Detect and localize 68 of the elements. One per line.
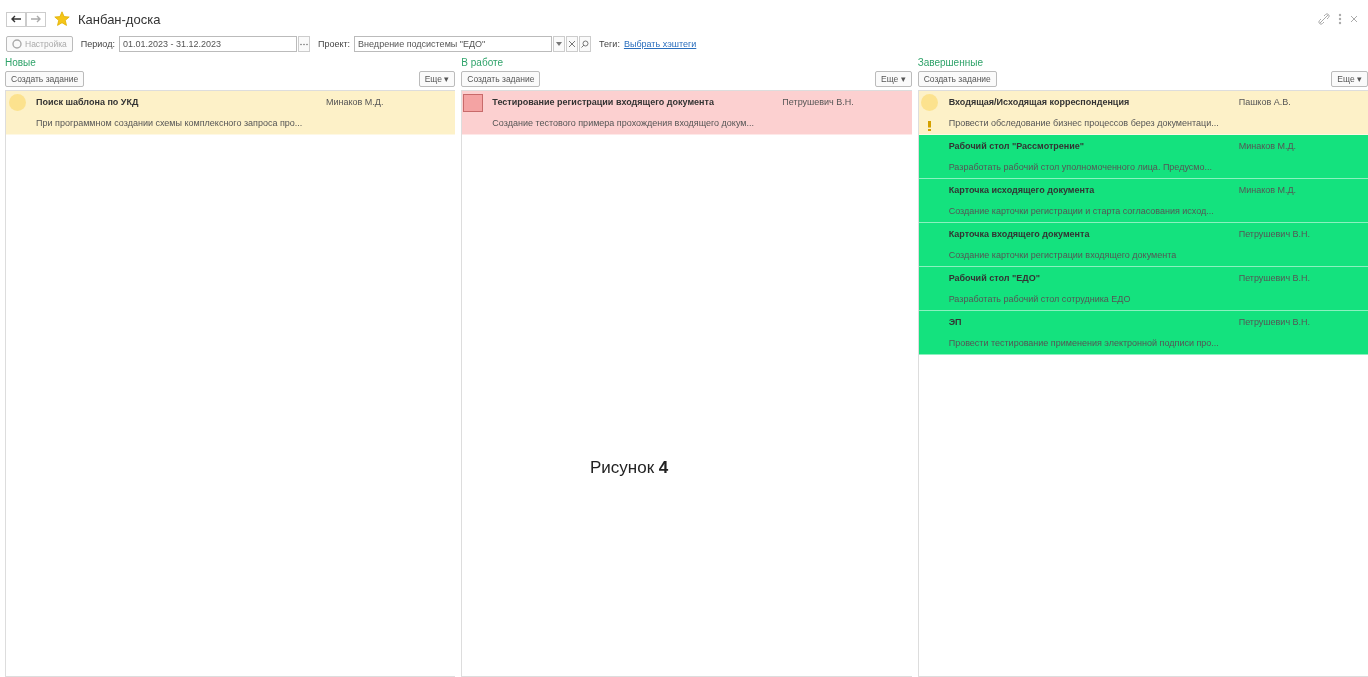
more-button[interactable]: Еще ▾ <box>1331 71 1368 87</box>
tags-label: Теги: <box>599 39 620 49</box>
column-title: В работе <box>461 56 504 69</box>
close-icon <box>569 41 576 47</box>
task-description: Разработать рабочий стол уполномоченного лица. Предусмо... <box>948 161 1213 174</box>
assignee-name: Петрушевич В.Н. <box>1238 317 1311 327</box>
marker-icon <box>921 94 939 111</box>
star-icon[interactable] <box>54 11 70 27</box>
task-description: При программном создании схемы комплексного запроса про... <box>36 117 304 130</box>
dropdown-button[interactable] <box>553 36 566 52</box>
tags-link[interactable]: Выбрать хэштеги <box>623 39 697 49</box>
task-title: Карточка входящего документа <box>948 229 1091 239</box>
task-card[interactable]: Карточка входящего документа Петрушевич В.Н. Создание карточки регистрации входящего документа <box>918 223 1368 267</box>
back-button[interactable] <box>6 11 26 27</box>
task-description: Провести тестирование применения электронной подписи про... <box>948 337 1220 350</box>
task-card[interactable]: Тестирование регистрации входящего документа Петрушевич В.Н. Создание тестового примера прохождения входящего докум... <box>462 91 912 135</box>
window-title: Канбан-доска <box>78 11 161 27</box>
marker-icon <box>463 94 484 112</box>
task-title: ЭП <box>948 317 963 327</box>
task-card[interactable]: Рабочий стол "ЕДО" Петрушевич В.Н. Разработать рабочий стол сотрудника ЕДО <box>918 267 1368 311</box>
close-icon[interactable] <box>1350 15 1358 23</box>
project-label: Проект: <box>317 39 351 49</box>
assignee-name: Минаков М.Д. <box>1238 185 1297 195</box>
caret-icon <box>556 42 563 46</box>
task-title: Тестирование регистрации входящего документа <box>492 97 715 107</box>
assignee-name: Минаков М.Д. <box>1238 141 1297 151</box>
forward-arrow-icon <box>30 15 42 23</box>
task-description: Разработать рабочий стол сотрудника ЕДО <box>948 293 1132 306</box>
task-card[interactable]: Поиск шаблона по УКД Минаков М.Д. При программном создании схемы комплексного запроса про... <box>6 91 456 135</box>
assignee-name: Петрушевич В.Н. <box>782 97 854 107</box>
period-label: Период: <box>80 39 115 49</box>
column-title: Завершенные <box>917 56 984 69</box>
task-title: Поиск шаблона по УКД <box>36 97 140 107</box>
create-task-button[interactable]: Создать задание <box>461 71 541 87</box>
figure-caption: Рисунок 4 <box>590 458 669 478</box>
task-description: Создание тестового примера прохождения входящего докум... <box>492 117 755 130</box>
task-card[interactable]: Входящая/Исходящая корреспонденция Пашков А.В. Провести обследование бизнес процессов берез документаци... <box>918 91 1368 135</box>
period-select-button[interactable] <box>297 36 310 52</box>
search-icon <box>581 40 590 48</box>
assignee-name: Пашков А.В. <box>1238 97 1291 107</box>
task-card[interactable]: ЭП Петрушевич В.Н. Провести тестирование применения электронной подписи про... <box>918 311 1368 355</box>
clear-button[interactable] <box>566 36 579 52</box>
column-title: Новые <box>5 56 37 69</box>
link-icon[interactable] <box>1318 13 1330 25</box>
assignee-name: Петрушевич В.Н. <box>1238 273 1311 283</box>
period-field[interactable]: 01.01.2023 - 31.12.2023 <box>118 36 297 52</box>
task-card[interactable]: Рабочий стол "Рассмотрение" Минаков М.Д. Разработать рабочий стол уполномоченного лица. Предусмо... <box>918 135 1368 179</box>
marker-icon <box>8 94 26 111</box>
more-icon[interactable] <box>1338 13 1342 25</box>
assignee-name: Минаков М.Д. <box>326 97 384 107</box>
assignee-name: Петрушевич В.Н. <box>1238 229 1311 239</box>
task-title: Входящая/Исходящая корреспонденция <box>948 97 1131 107</box>
task-description: Провести обследование бизнес процессов берез документаци... <box>948 117 1220 130</box>
more-button[interactable]: Еще ▾ <box>418 71 456 87</box>
ellipsis-icon <box>299 42 308 46</box>
task-card[interactable]: Карточка исходящего документа Минаков М.Д. Создание карточки регистрации и старта согласования исход... <box>918 179 1368 223</box>
create-task-button[interactable]: Создать задание <box>917 71 997 87</box>
task-title: Рабочий стол "ЕДО" <box>948 273 1041 283</box>
circle-icon <box>12 39 22 49</box>
back-arrow-icon <box>10 15 22 23</box>
task-description: Создание карточки регистрации и старта согласования исход... <box>948 205 1215 218</box>
open-button[interactable] <box>579 36 592 52</box>
task-title: Рабочий стол "Рассмотрение" <box>948 141 1086 151</box>
task-description: Создание карточки регистрации входящего документа <box>948 249 1178 262</box>
more-button[interactable]: Еще ▾ <box>875 71 912 87</box>
create-task-button[interactable]: Создать задание <box>5 71 85 87</box>
task-title: Карточка исходящего документа <box>948 185 1096 195</box>
project-field[interactable]: Внедрение подсистемы "ЕДО" <box>354 36 553 52</box>
